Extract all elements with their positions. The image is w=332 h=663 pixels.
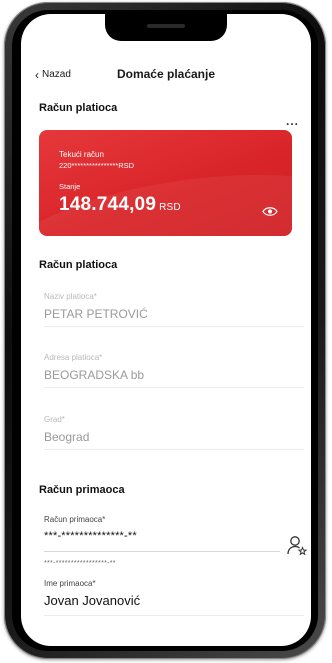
payer-address-value: BEOGRADSKA bb bbox=[44, 368, 145, 382]
app-screen: ‹ Nazad Domaće plaćanje Račun platioca .… bbox=[21, 14, 311, 646]
payer-name-field[interactable]: Naziv platioca* PETAR PETROVIĆ bbox=[44, 292, 304, 327]
field-underline bbox=[44, 615, 304, 616]
balance-currency: RSD bbox=[159, 202, 181, 213]
recipient-section-title: Račun primaoca bbox=[39, 484, 125, 496]
balance-value: 148.744,09 bbox=[59, 194, 157, 215]
nav-bar: ‹ Nazad Domaće plaćanje bbox=[21, 66, 311, 86]
phone-notch bbox=[105, 14, 227, 41]
account-type: Tekući račun bbox=[59, 150, 104, 159]
contact-picker-icon[interactable] bbox=[286, 534, 308, 556]
payer-account-section-title: Račun platioca bbox=[39, 102, 118, 114]
payer-address-label: Adresa platioca* bbox=[44, 353, 103, 362]
field-underline bbox=[44, 387, 304, 388]
payer-name-value: PETAR PETROVIĆ bbox=[44, 307, 148, 321]
recipient-account-value: ***-**************-** bbox=[44, 530, 137, 542]
recipient-account-field[interactable]: Račun primaoca* ***-**************-** bbox=[44, 515, 280, 552]
more-options-button[interactable]: ... bbox=[286, 114, 299, 128]
recipient-account-label: Račun primaoca* bbox=[44, 515, 106, 524]
recipient-name-value: Jovan Jovanović bbox=[44, 593, 141, 608]
recipient-name-label: Ime primaoca* bbox=[44, 579, 96, 588]
field-underline bbox=[44, 551, 280, 552]
account-card[interactable]: Tekući račun 220****************RSD Stan… bbox=[39, 130, 292, 236]
page-title: Domaće plaćanje bbox=[116, 67, 216, 81]
balance-amount: 148.744,09 RSD bbox=[59, 194, 181, 216]
field-underline bbox=[44, 326, 304, 327]
eye-icon[interactable] bbox=[262, 206, 278, 217]
field-underline bbox=[44, 449, 304, 450]
payer-city-label: Grad* bbox=[44, 415, 65, 424]
payer-name-label: Naziv platioca* bbox=[44, 292, 97, 301]
recipient-account-hint: ***-*****************-** bbox=[44, 560, 116, 567]
payer-city-field[interactable]: Grad* Beograd bbox=[44, 415, 304, 450]
account-number: 220****************RSD bbox=[59, 161, 135, 170]
payer-address-field[interactable]: Adresa platioca* BEOGRADSKA bb bbox=[44, 353, 304, 388]
recipient-name-field[interactable]: Ime primaoca* Jovan Jovanović bbox=[44, 579, 304, 616]
balance-label: Stanje bbox=[59, 182, 81, 191]
payer-city-value: Beograd bbox=[44, 430, 90, 444]
payer-form-title: Račun platioca bbox=[39, 259, 118, 271]
speaker-grille bbox=[147, 24, 185, 28]
